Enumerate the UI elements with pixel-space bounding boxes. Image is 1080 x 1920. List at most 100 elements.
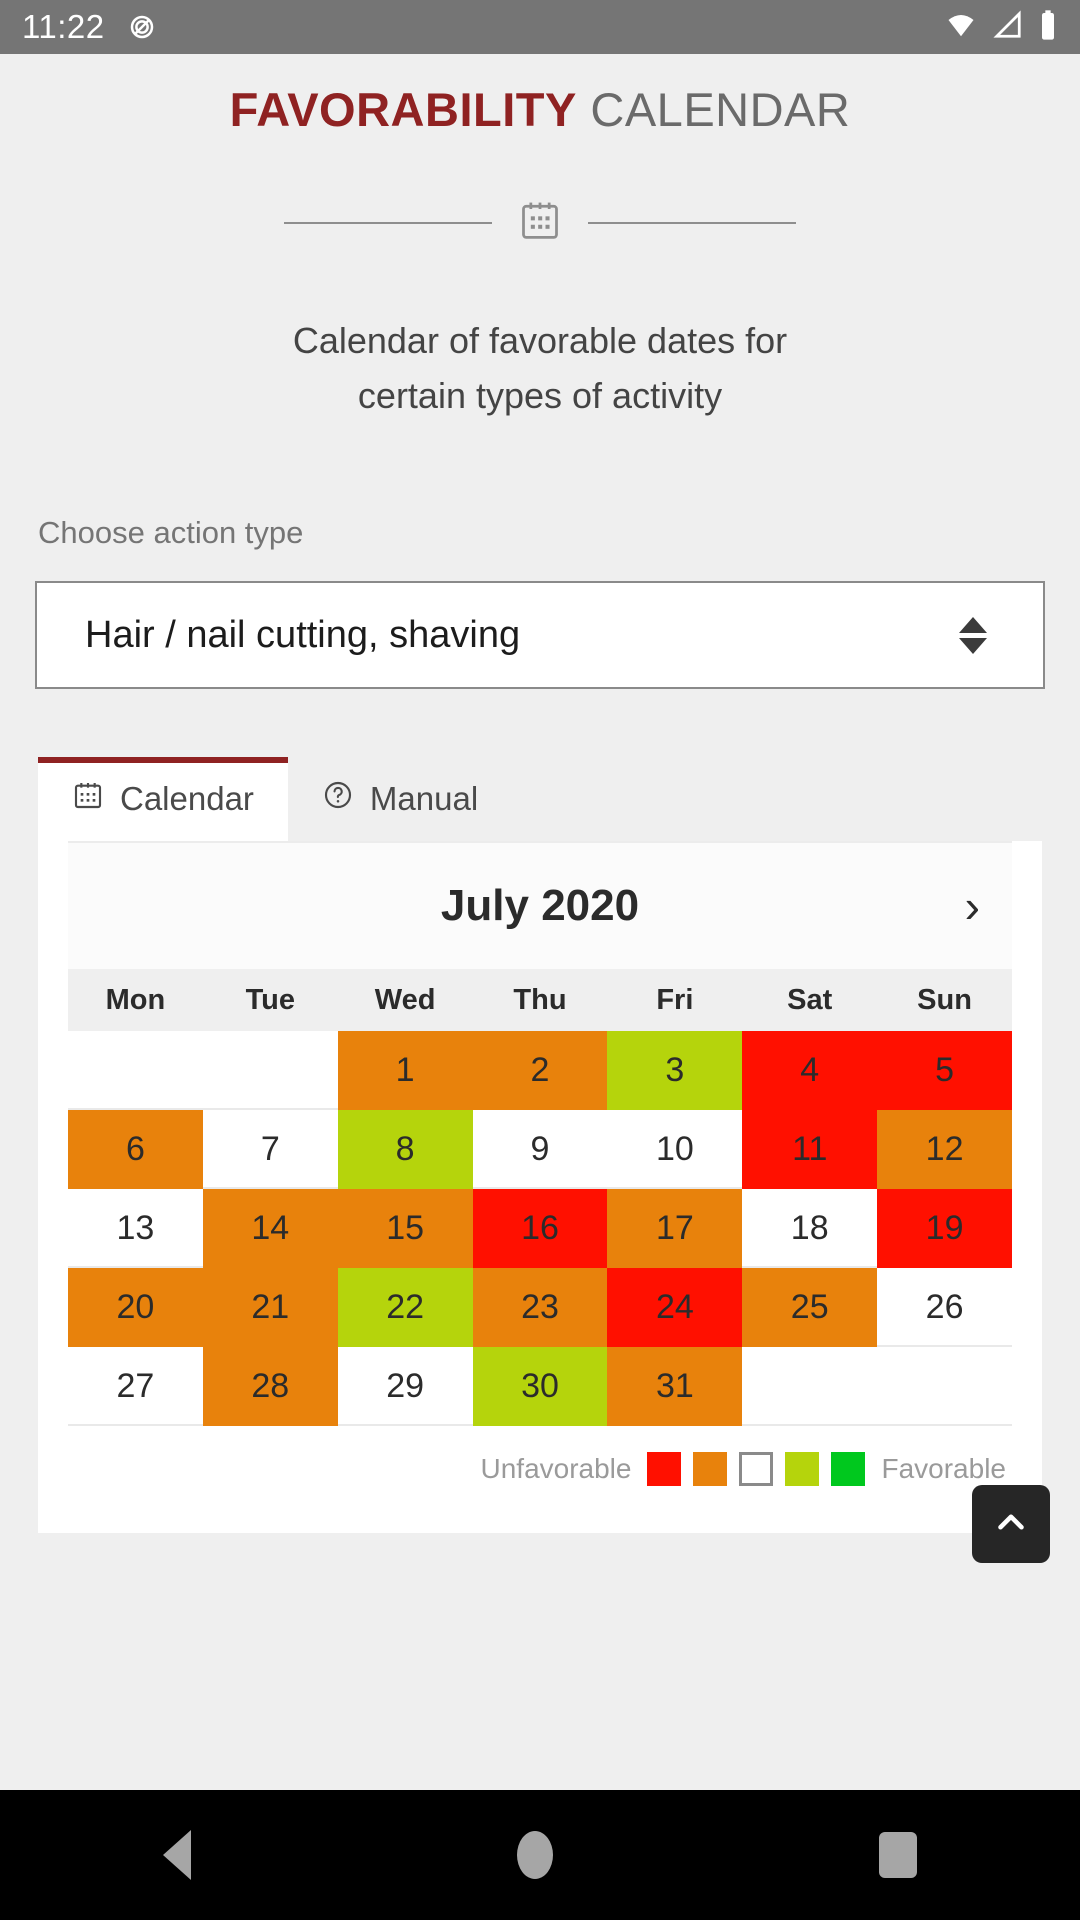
calendar-day-cell[interactable]: 17 — [607, 1189, 743, 1269]
calendar-card: July 2020 › Mon Tue Wed Thu Fri Sat Sun … — [38, 841, 1050, 1564]
calendar-day-cell[interactable]: 11 — [742, 1110, 878, 1190]
calendar-day-cell[interactable]: 31 — [607, 1347, 743, 1427]
calendar-day-cell[interactable]: 9 — [473, 1110, 608, 1189]
calendar-day-number: 12 — [877, 1110, 1012, 1190]
calendar-day-number: 13 — [116, 1209, 155, 1248]
calendar-day-cell[interactable]: 30 — [472, 1347, 608, 1427]
calendar-week-row: 6 7 8 9 10 11 12 — [68, 1110, 1012, 1190]
next-month-button[interactable]: › — [965, 883, 980, 929]
calendar-day-cell[interactable]: 26 — [877, 1268, 1012, 1347]
tab-calendar[interactable]: Calendar — [38, 757, 288, 842]
calendar-day-number: 14 — [202, 1189, 338, 1269]
calendar-day-cell[interactable]: 14 — [202, 1189, 338, 1269]
status-time: 11:22 — [22, 8, 105, 45]
intro-line-2: certain types of activity — [357, 374, 723, 416]
calendar-day-cell[interactable]: 2 — [472, 1031, 608, 1111]
calendar-day-cell[interactable]: 19 — [877, 1189, 1012, 1269]
calendar-day-cell[interactable]: 22 — [337, 1268, 473, 1348]
legend-unfavorable-label: Unfavorable — [480, 1453, 632, 1485]
calendar-day-cell[interactable]: 4 — [742, 1031, 878, 1111]
action-type-label: Choose action type — [38, 515, 304, 551]
calendar-day-number: 1 — [337, 1031, 473, 1111]
divider — [0, 197, 1080, 248]
weekday-thu: Thu — [513, 983, 567, 1016]
calendar-day-number — [68, 1031, 203, 1110]
calendar-day-cell[interactable]: 3 — [607, 1031, 743, 1111]
calendar-day-cell[interactable]: 12 — [877, 1110, 1012, 1190]
calendar-header: July 2020 › — [68, 841, 1012, 970]
calendar-empty-cell — [203, 1031, 338, 1110]
calendar-day-number: 24 — [607, 1268, 743, 1348]
home-icon[interactable] — [517, 1831, 553, 1879]
calendar-day-cell[interactable]: 5 — [877, 1031, 1012, 1111]
android-nav-bar — [0, 1790, 1080, 1920]
calendar-day-cell[interactable]: 21 — [202, 1268, 338, 1348]
calendar-icon — [72, 779, 104, 819]
battery-icon — [1038, 9, 1058, 46]
tab-manual-label: Manual — [369, 780, 479, 818]
calendar-day-cell[interactable]: 1 — [337, 1031, 473, 1111]
page-title: FAVORABILITY CALENDAR — [0, 54, 1080, 137]
page-title-rest: CALENDAR — [576, 83, 851, 136]
weekday-header-row: Mon Tue Wed Thu Fri Sat Sun — [68, 969, 1012, 1032]
up-down-arrow-icon — [959, 616, 987, 654]
calendar-day-cell[interactable]: 16 — [472, 1189, 608, 1269]
calendar-day-cell[interactable]: 23 — [472, 1268, 608, 1348]
calendar-day-cell[interactable]: 25 — [742, 1268, 878, 1348]
action-type-selected-value: Hair / nail cutting, shaving — [85, 613, 521, 656]
calendar-icon — [518, 197, 562, 248]
calendar-grid: 1 2 3 4 5 6 7 8 9 10 11 12 13 14 15 16 17 18 19 20 21 22 23 24 2… — [68, 1031, 1012, 1427]
page-title-brand: FAVORABILITY — [229, 83, 577, 136]
calendar-day-cell[interactable]: 27 — [68, 1347, 203, 1426]
recents-icon[interactable] — [879, 1832, 917, 1878]
calendar-day-number: 3 — [607, 1031, 743, 1111]
weekday-tue: Tue — [245, 983, 295, 1016]
calendar-day-number: 8 — [337, 1110, 473, 1190]
weekday-mon: Mon — [105, 983, 166, 1016]
calendar-day-number: 17 — [607, 1189, 743, 1269]
calendar-empty-cell — [68, 1031, 203, 1110]
calendar-day-cell[interactable]: 29 — [338, 1347, 473, 1426]
calendar-day-cell[interactable]: 24 — [607, 1268, 743, 1348]
calendar-empty-cell — [742, 1347, 877, 1426]
calendar-day-number — [877, 1347, 1012, 1426]
calendar-day-cell[interactable]: 15 — [337, 1189, 473, 1269]
status-right-icons — [944, 9, 1058, 46]
divider-line-right — [588, 221, 796, 224]
legend: Unfavorable Favorable — [68, 1426, 1012, 1487]
intro-line-1: Calendar of favorable dates for — [292, 320, 788, 361]
scroll-to-top-button[interactable] — [972, 1485, 1050, 1564]
back-icon[interactable] — [163, 1830, 191, 1880]
mute-icon — [127, 12, 157, 42]
calendar-day-number: 25 — [742, 1268, 878, 1348]
action-type-select[interactable]: Hair / nail cutting, shaving — [35, 581, 1045, 690]
calendar-day-cell[interactable]: 8 — [337, 1110, 473, 1190]
calendar-empty-cell — [877, 1347, 1012, 1426]
calendar-day-cell[interactable]: 18 — [742, 1189, 877, 1268]
weekday-sat: Sat — [787, 983, 833, 1016]
legend-swatch-lime — [785, 1452, 820, 1487]
weekday-sun: Sun — [917, 983, 972, 1016]
calendar-day-cell[interactable]: 6 — [68, 1110, 203, 1190]
question-circle-icon — [322, 779, 354, 819]
divider-line-left — [284, 221, 492, 224]
calendar-day-number: 18 — [790, 1209, 829, 1248]
calendar-day-number: 9 — [530, 1130, 550, 1169]
calendar-day-number: 11 — [742, 1110, 878, 1190]
calendar-day-cell[interactable]: 28 — [202, 1347, 338, 1427]
calendar-day-cell[interactable]: 20 — [68, 1268, 203, 1348]
calendar-day-cell[interactable]: 13 — [68, 1189, 203, 1268]
tab-bar: Calendar Manual — [38, 757, 1080, 842]
calendar-day-number: 26 — [925, 1288, 964, 1327]
tab-manual[interactable]: Manual — [288, 757, 512, 841]
legend-swatch-orange — [693, 1452, 728, 1487]
calendar-day-number: 27 — [116, 1367, 155, 1406]
calendar-day-number: 15 — [337, 1189, 473, 1269]
calendar-day-cell[interactable]: 7 — [203, 1110, 338, 1189]
calendar-month-title: July 2020 — [440, 881, 640, 931]
calendar-week-row: 13 14 15 16 17 18 19 — [68, 1189, 1012, 1269]
calendar-day-number: 22 — [337, 1268, 473, 1348]
calendar-week-row: 20 21 22 23 24 25 26 — [68, 1268, 1012, 1348]
calendar-day-number: 23 — [472, 1268, 608, 1348]
calendar-day-cell[interactable]: 10 — [607, 1110, 742, 1189]
